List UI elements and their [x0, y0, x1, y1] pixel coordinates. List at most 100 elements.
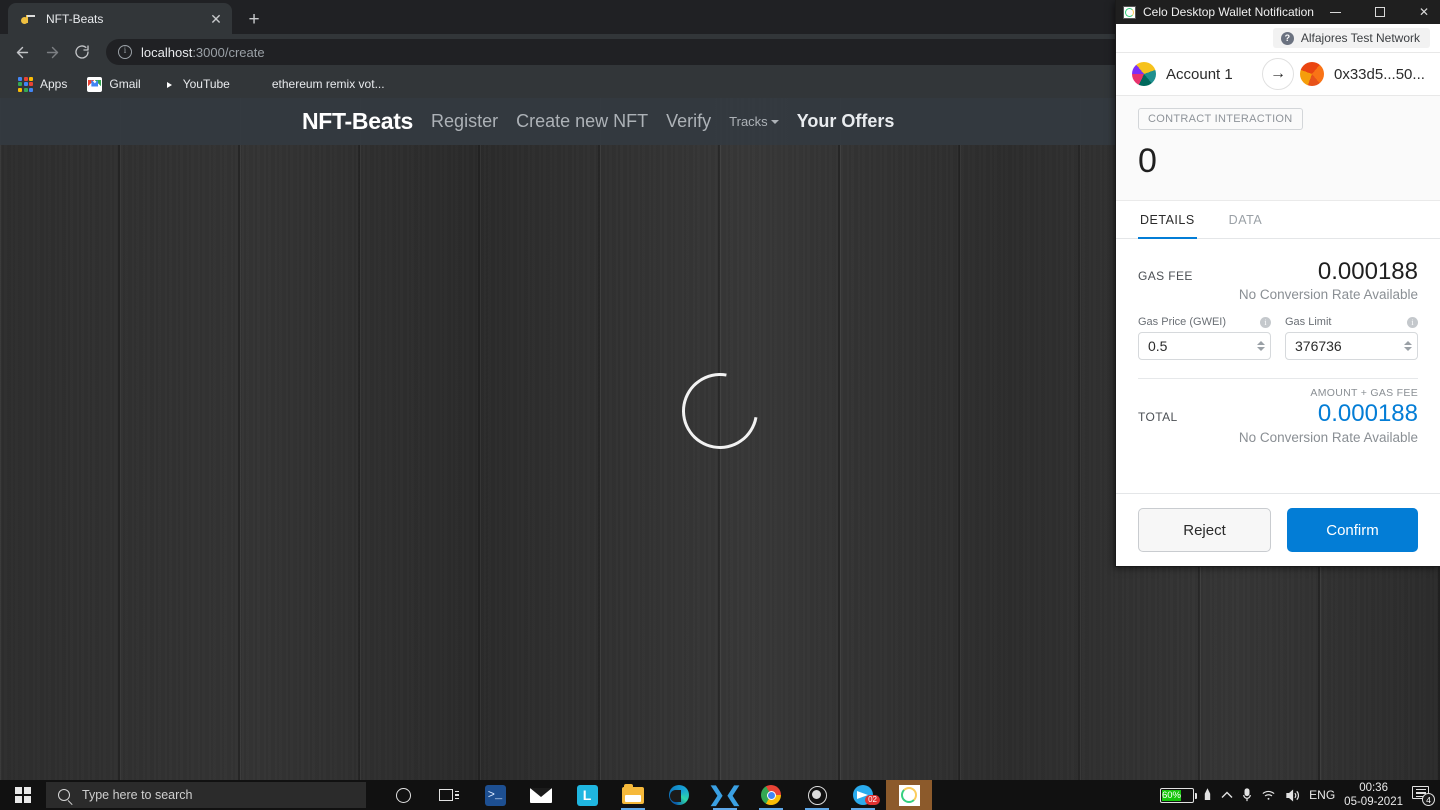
windows-logo-icon: [15, 787, 31, 803]
bookmark-ethereum-remix[interactable]: ethereum remix vot...: [242, 73, 393, 95]
task-view-icon[interactable]: [426, 780, 472, 810]
nav-link-create-new-nft[interactable]: Create new NFT: [516, 111, 648, 132]
battery-fill: 60%: [1161, 789, 1181, 801]
status-badge: CONTRACT INTERACTION: [1138, 108, 1303, 130]
close-tab-icon[interactable]: ✕: [206, 9, 226, 29]
language-indicator[interactable]: ENG: [1309, 788, 1335, 802]
recipient-account[interactable]: 0x33d5...50...: [1278, 62, 1440, 86]
mail-icon[interactable]: [518, 780, 564, 810]
notifications-icon[interactable]: 4: [1412, 785, 1435, 806]
url-text: localhost:3000/create: [141, 45, 265, 60]
search-placeholder: Type here to search: [82, 788, 193, 802]
battery-percent: 60%: [1161, 789, 1181, 801]
amount-section: CONTRACT INTERACTION 0: [1116, 96, 1440, 201]
tab-details[interactable]: DETAILS: [1138, 201, 1197, 239]
tab-data[interactable]: DATA: [1227, 201, 1264, 239]
file-explorer-icon[interactable]: [610, 780, 656, 810]
bookmark-youtube[interactable]: YouTube: [153, 73, 238, 95]
info-icon[interactable]: i: [1407, 316, 1418, 328]
nav-link-register[interactable]: Register: [431, 111, 498, 132]
tab-title: NFT-Beats: [46, 11, 104, 26]
help-icon[interactable]: ?: [1280, 31, 1294, 45]
pen-icon[interactable]: [1203, 787, 1212, 803]
wallet-window-title: Celo Desktop Wallet Notification: [1143, 5, 1314, 19]
visual-studio-code-icon[interactable]: ❯❮: [702, 780, 748, 810]
windows-taskbar: Type here to search >_ L ❯❮ 02 60% ENG 0…: [0, 780, 1440, 810]
site-brand[interactable]: NFT-Beats: [302, 108, 413, 135]
music-note-icon: [20, 11, 36, 27]
wifi-icon[interactable]: [1261, 789, 1276, 801]
celo-wallet-icon[interactable]: [886, 780, 932, 810]
network-row: ? Alfajores Test Network: [1116, 24, 1440, 52]
new-tab-button[interactable]: +: [240, 5, 268, 33]
minimize-button[interactable]: [1314, 0, 1358, 24]
chevron-down-icon: [770, 120, 779, 124]
mic-icon[interactable]: [1242, 787, 1252, 803]
url-path: :3000/create: [192, 44, 265, 60]
nav-link-your-offers[interactable]: Your Offers: [797, 111, 895, 132]
confirm-button[interactable]: Confirm: [1287, 508, 1418, 552]
obs-studio-icon[interactable]: [794, 780, 840, 810]
nav-dropdown-tracks[interactable]: Tracks: [729, 114, 779, 129]
close-button[interactable]: ✕: [1402, 0, 1440, 24]
reload-icon[interactable]: [68, 38, 96, 66]
telegram-icon[interactable]: 02: [840, 780, 886, 810]
nav-link-verify[interactable]: Verify: [666, 111, 711, 132]
gas-price-value: 0.5: [1148, 338, 1168, 355]
gas-price-input[interactable]: 0.5: [1138, 332, 1271, 361]
sender-account[interactable]: Account 1: [1116, 62, 1278, 86]
maximize-button[interactable]: [1358, 0, 1402, 24]
wallet-actions: Reject Confirm: [1116, 493, 1440, 566]
total-caption: AMOUNT + GAS FEE: [1310, 387, 1418, 400]
transaction-amount: 0: [1138, 142, 1157, 180]
gas-price-label: Gas Price (GWEI): [1138, 316, 1227, 329]
chevron-up-icon[interactable]: [1221, 791, 1233, 799]
network-badge[interactable]: ? Alfajores Test Network: [1272, 28, 1430, 48]
clock-date: 05-09-2021: [1344, 796, 1403, 808]
clock[interactable]: 00:36 05-09-2021: [1344, 781, 1403, 810]
browser-tab[interactable]: NFT-Beats ✕: [8, 3, 232, 34]
total-label: TOTAL: [1138, 410, 1178, 425]
google-chrome-icon[interactable]: [748, 780, 794, 810]
bookmark-apps[interactable]: Apps: [10, 73, 75, 95]
telegram-badge: 02: [865, 795, 880, 805]
wallet-title-bar: Celo Desktop Wallet Notification ✕: [1116, 0, 1440, 24]
info-icon[interactable]: i: [1260, 316, 1271, 328]
start-button[interactable]: [0, 780, 46, 810]
powershell-icon[interactable]: >_: [472, 780, 518, 810]
account-blockie-icon: [1132, 62, 1156, 86]
details-panel: GAS FEE 0.000188 No Conversion Rate Avai…: [1116, 239, 1440, 493]
total-amount: 0.000188: [1317, 400, 1418, 428]
microsoft-edge-icon[interactable]: [656, 780, 702, 810]
gas-limit-header: Gas Limit i: [1285, 316, 1418, 328]
volume-icon[interactable]: [1285, 789, 1300, 802]
bookmark-label: Apps: [40, 77, 68, 91]
gas-limit-value: 376736: [1295, 338, 1342, 355]
forward-icon[interactable]: [38, 38, 66, 66]
recipient-address: 0x33d5...50...: [1334, 65, 1425, 83]
recipient-blockie-icon: [1300, 62, 1324, 86]
youtube-icon: [161, 77, 176, 92]
reject-button[interactable]: Reject: [1138, 508, 1271, 552]
lastpass-icon[interactable]: L: [564, 780, 610, 810]
gas-price-header: Gas Price (GWEI) i: [1138, 316, 1271, 328]
bookmark-gmail[interactable]: Gmail: [79, 73, 148, 95]
gas-price-stepper[interactable]: [1255, 341, 1266, 352]
sender-account-name: Account 1: [1166, 65, 1233, 83]
apps-grid-icon: [18, 76, 33, 92]
system-tray: 60% ENG 00:36 05-09-2021 4: [1160, 781, 1440, 810]
info-circle-icon: [118, 45, 132, 59]
gas-limit-stepper[interactable]: [1402, 341, 1413, 352]
bookmark-label: Gmail: [109, 77, 141, 91]
cortana-icon[interactable]: [380, 780, 426, 810]
battery-icon[interactable]: 60%: [1160, 787, 1198, 803]
back-icon[interactable]: [8, 38, 36, 66]
gas-fee-values: 0.000188 No Conversion Rate Available: [1239, 258, 1418, 302]
taskbar-search-input[interactable]: Type here to search: [46, 782, 366, 808]
total-values: 0.000188 No Conversion Rate Available: [1239, 400, 1418, 444]
url-host: localhost: [141, 44, 193, 60]
clock-time: 00:36: [1359, 781, 1388, 794]
gmail-icon: [87, 76, 103, 92]
gas-limit-input[interactable]: 376736: [1285, 332, 1418, 361]
loading-spinner: [667, 358, 773, 464]
